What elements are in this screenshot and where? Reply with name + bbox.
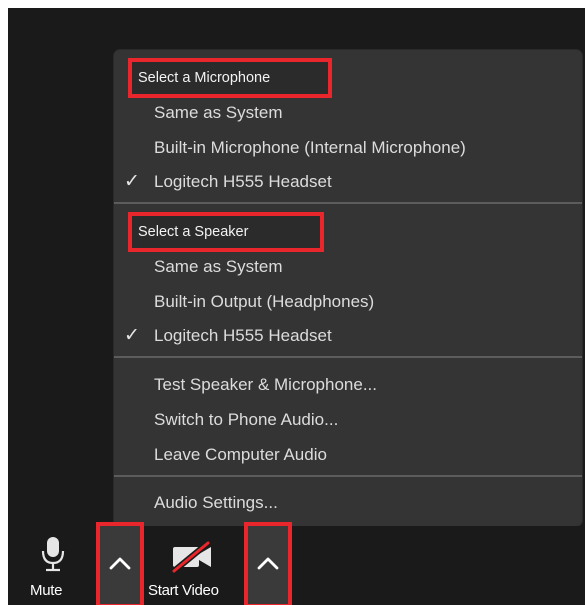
menu-divider — [114, 356, 582, 358]
mic-option-same-as-system[interactable]: Same as System — [154, 96, 283, 130]
menu-divider — [114, 202, 582, 204]
speaker-selected-check-icon: ✓ — [124, 325, 140, 346]
test-speaker-microphone-item[interactable]: Test Speaker & Microphone... — [154, 368, 377, 402]
select-speaker-header: Select a Speaker — [128, 212, 324, 252]
audio-menu-window: Select a Microphone Same as System Built… — [8, 8, 585, 605]
video-off-icon — [172, 540, 211, 574]
meeting-toolbar: Mute Start Video — [8, 522, 585, 605]
select-microphone-header: Select a Microphone — [128, 58, 332, 98]
audio-options-caret-button[interactable] — [96, 522, 144, 605]
mute-button[interactable] — [36, 536, 70, 576]
switch-to-phone-audio-item[interactable]: Switch to Phone Audio... — [154, 403, 338, 437]
leave-computer-audio-item[interactable]: Leave Computer Audio — [154, 438, 327, 472]
start-video-label: Start Video — [148, 582, 219, 599]
video-options-caret-button[interactable] — [244, 522, 292, 605]
audio-options-menu: Select a Microphone Same as System Built… — [114, 50, 582, 526]
caret-up-icon — [109, 557, 131, 570]
mic-option-built-in[interactable]: Built-in Microphone (Internal Microphone… — [154, 131, 466, 165]
start-video-button[interactable] — [170, 540, 216, 574]
audio-settings-item[interactable]: Audio Settings... — [154, 486, 278, 520]
microphone-icon — [41, 537, 65, 572]
mute-label: Mute — [30, 582, 63, 599]
speaker-option-same-as-system[interactable]: Same as System — [154, 250, 283, 284]
caret-up-icon — [257, 557, 279, 570]
speaker-option-built-in[interactable]: Built-in Output (Headphones) — [154, 285, 374, 319]
speaker-option-logitech[interactable]: Logitech H555 Headset — [154, 319, 332, 353]
mic-option-logitech[interactable]: Logitech H555 Headset — [154, 165, 332, 199]
menu-divider — [114, 475, 582, 477]
mic-selected-check-icon: ✓ — [124, 171, 140, 192]
